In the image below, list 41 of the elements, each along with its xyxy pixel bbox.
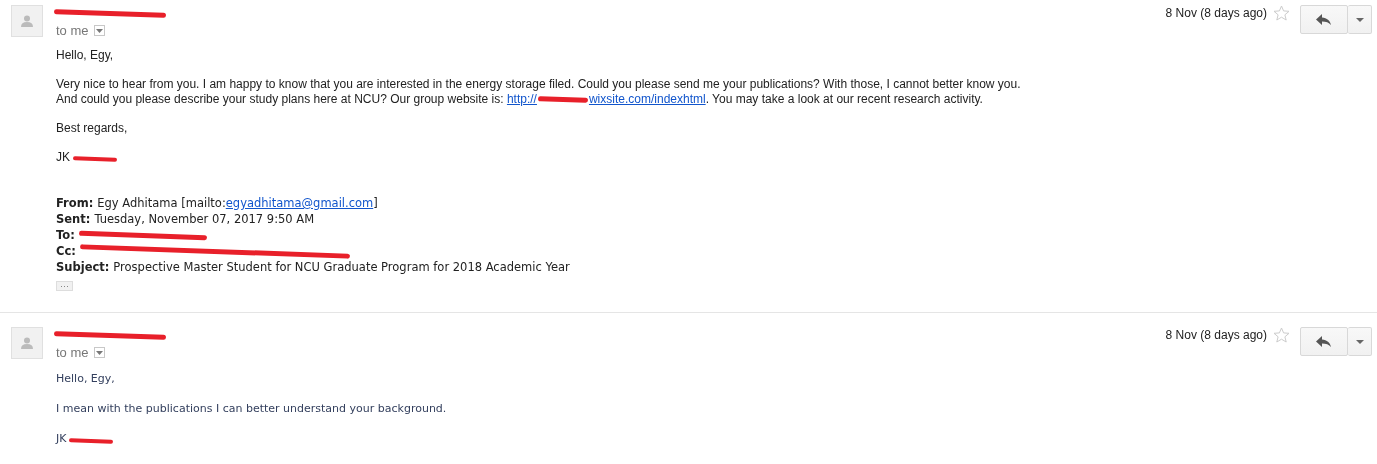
caret-icon	[1355, 17, 1364, 22]
signature: JK	[56, 150, 70, 165]
header-value: Tuesday, November 07, 2017 9:50 AM	[94, 211, 315, 227]
recipient-label: to me	[56, 345, 89, 360]
header-label: Cc:	[56, 243, 76, 259]
caret-icon	[1355, 339, 1364, 344]
redaction-mark	[69, 437, 114, 444]
signature: JK	[56, 432, 67, 446]
website-link[interactable]: http://	[506, 92, 537, 107]
header-label: To:	[56, 227, 75, 243]
message-text: And could you please describe your study plans here at NCU? Our group website is:	[56, 92, 505, 107]
message-date: 8 Nov (8 days ago)	[1165, 328, 1267, 342]
header-label: Sent:	[56, 211, 91, 227]
message-text: Hello, Egy,	[56, 372, 116, 386]
website-link[interactable]: wixsite.com/indexhtml	[588, 92, 706, 107]
message-text: . You may take a look at our recent research activity.	[705, 92, 983, 107]
header-label: From:	[56, 195, 94, 211]
redaction-mark	[72, 156, 118, 162]
message-text: Hello, Egy,	[56, 48, 115, 63]
reply-icon	[1316, 335, 1332, 348]
header-value: Prospective Master Student for NCU Graduate Program for 2018 Academic Year	[113, 259, 570, 275]
avatar-icon	[11, 327, 43, 359]
header-value: ]	[373, 195, 378, 211]
star-icon[interactable]	[1273, 327, 1290, 343]
show-trimmed-button[interactable]: ···	[56, 281, 73, 291]
reply-button[interactable]	[1300, 5, 1348, 34]
header-label: Subject:	[56, 259, 110, 275]
header-value: Egy Adhitama [mailto:	[97, 195, 226, 211]
details-dropdown-icon[interactable]	[93, 25, 105, 36]
email-link[interactable]: egyadhitama@gmail.com	[225, 195, 374, 211]
avatar-icon	[11, 5, 43, 37]
reply-button[interactable]	[1300, 327, 1348, 356]
message-date: 8 Nov (8 days ago)	[1165, 6, 1267, 20]
reply-icon	[1316, 13, 1332, 26]
redaction-mark	[537, 96, 589, 103]
message-text: Very nice to hear from you. I am happy to know that you are interested in the energy storage filed. Could you please send me your publications? With those, I cannot better know you.	[56, 77, 1022, 92]
recipient-label: to me	[56, 23, 89, 38]
star-icon[interactable]	[1273, 5, 1290, 21]
message-text: I mean with the publications I can better understand your background.	[56, 402, 448, 416]
message-text: Best regards,	[56, 121, 129, 136]
details-dropdown-icon[interactable]	[93, 347, 105, 358]
